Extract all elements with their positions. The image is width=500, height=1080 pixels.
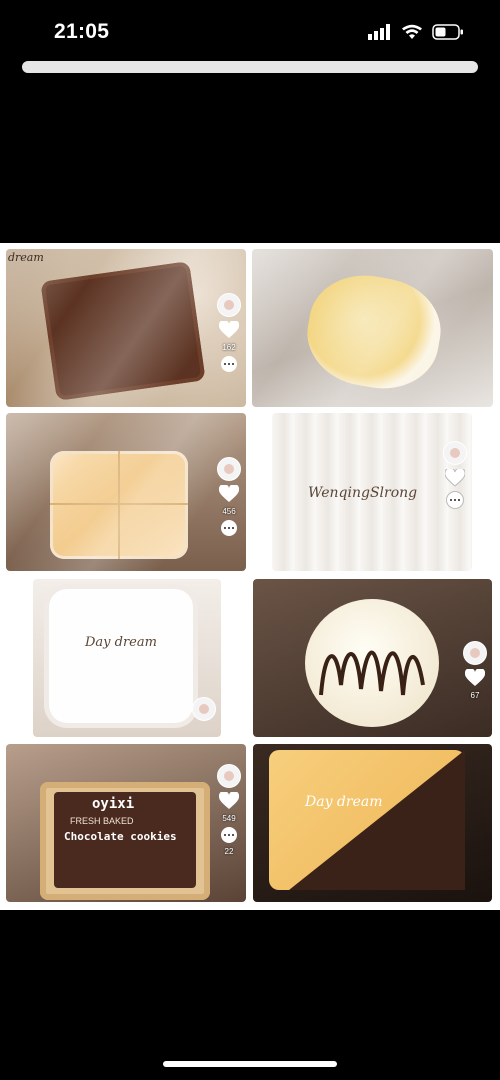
side-rail: 67 bbox=[462, 641, 488, 700]
status-bar: 21:05 bbox=[0, 0, 500, 62]
cellular-signal-icon bbox=[368, 24, 390, 40]
home-indicator[interactable] bbox=[163, 1061, 337, 1067]
like-heart-icon[interactable] bbox=[465, 669, 485, 687]
cream-cake-image bbox=[49, 589, 193, 723]
like-heart-icon[interactable] bbox=[445, 469, 465, 487]
video-thumbnail[interactable] bbox=[252, 249, 493, 407]
status-icons bbox=[368, 24, 464, 40]
chocolate-half-image bbox=[289, 750, 465, 890]
video-caption: dream bbox=[8, 251, 44, 264]
like-count: 549 bbox=[222, 814, 236, 823]
video-thumbnail[interactable]: 456 bbox=[6, 413, 246, 571]
like-count: 162 bbox=[222, 343, 236, 352]
comment-icon[interactable] bbox=[221, 520, 237, 536]
side-rail: 549 22 bbox=[216, 764, 242, 856]
comment-icon[interactable] bbox=[221, 827, 237, 843]
video-thumbnail[interactable]: 67 bbox=[253, 579, 492, 737]
like-count: 456 bbox=[222, 507, 236, 516]
battery-icon bbox=[432, 24, 463, 40]
video-caption: FRESH BAKED bbox=[70, 816, 134, 826]
video-grid: dream 162 456 WenqingSlrong Day dream 67… bbox=[0, 243, 500, 910]
video-thumbnail[interactable]: oyixi FRESH BAKED Chocolate cookies 549 … bbox=[6, 744, 246, 902]
creator-avatar[interactable] bbox=[217, 293, 241, 317]
side-rail: 456 bbox=[216, 457, 242, 536]
side-rail bbox=[191, 697, 217, 721]
video-caption: WenqingSlrong bbox=[308, 485, 418, 501]
video-thumbnail[interactable]: Day dream bbox=[253, 744, 492, 902]
side-rail bbox=[442, 441, 468, 509]
comment-icon[interactable] bbox=[446, 491, 464, 509]
comment-count: 22 bbox=[224, 847, 234, 856]
video-caption: Day dream bbox=[305, 794, 383, 810]
like-heart-icon[interactable] bbox=[219, 485, 239, 503]
video-thumbnail[interactable]: WenqingSlrong bbox=[272, 413, 472, 571]
video-thumbnail[interactable]: Day dream bbox=[33, 579, 221, 737]
side-rail: 162 bbox=[216, 293, 242, 372]
status-time: 21:05 bbox=[54, 20, 110, 43]
video-caption: Chocolate cookies bbox=[64, 830, 177, 843]
like-heart-icon[interactable] bbox=[219, 792, 239, 810]
creator-avatar[interactable] bbox=[217, 764, 241, 788]
creator-avatar[interactable] bbox=[217, 457, 241, 481]
wifi-icon bbox=[402, 24, 422, 39]
creator-avatar[interactable] bbox=[463, 641, 487, 665]
like-heart-icon[interactable] bbox=[219, 321, 239, 339]
chocolate-drizzle-image bbox=[319, 650, 425, 696]
video-caption: oyixi bbox=[92, 796, 135, 812]
creator-avatar[interactable] bbox=[443, 441, 467, 465]
comment-icon[interactable] bbox=[221, 356, 237, 372]
video-caption: Day dream bbox=[85, 635, 157, 650]
video-thumbnail[interactable]: dream 162 bbox=[6, 249, 246, 407]
sheet-grabber[interactable] bbox=[22, 61, 478, 73]
creator-avatar[interactable] bbox=[192, 697, 216, 721]
like-count: 67 bbox=[470, 691, 480, 700]
